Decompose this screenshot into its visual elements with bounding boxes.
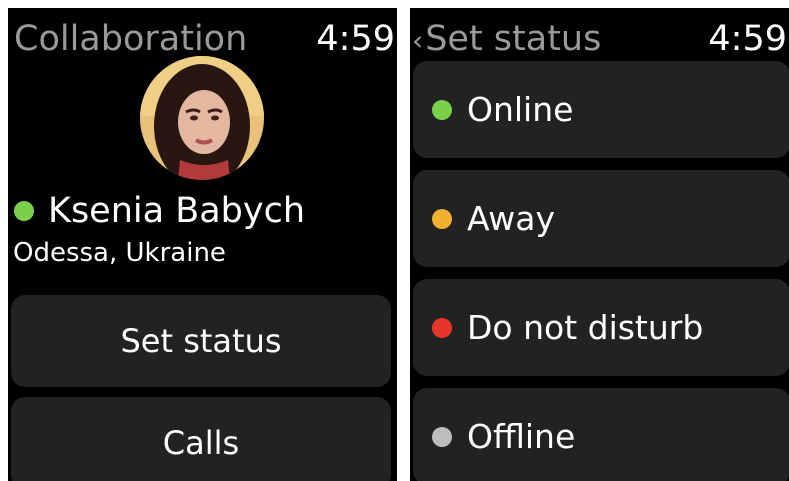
status-option-label: Offline	[467, 417, 576, 456]
calls-button[interactable]: Calls	[11, 397, 391, 481]
status-dot-icon	[432, 426, 452, 447]
status-dot-icon	[432, 99, 452, 120]
user-name: Ksenia Babych	[48, 191, 306, 231]
clock: 4:59	[316, 19, 395, 59]
status-option-do-not-disturb[interactable]: Do not disturb	[413, 279, 789, 376]
clock: 4:59	[708, 19, 787, 59]
app-title: Collaboration	[14, 19, 248, 59]
screen-title: Set status	[425, 19, 602, 59]
user-name-row: Ksenia Babych	[14, 190, 305, 232]
set-status-button[interactable]: Set status	[11, 295, 391, 387]
watch-screen-set-status: ‹ Set status 4:59 Online Away Do not dis…	[410, 8, 789, 481]
status-option-offline[interactable]: Offline	[413, 388, 789, 481]
avatar	[140, 56, 264, 180]
status-dot-icon	[14, 201, 34, 221]
chevron-left-icon: ‹	[412, 24, 424, 57]
watch-screen-profile: Collaboration 4:59 Ksenia Babych Odessa,…	[8, 8, 397, 481]
status-option-away[interactable]: Away	[413, 170, 789, 267]
status-option-label: Do not disturb	[467, 308, 704, 347]
status-option-label: Online	[467, 90, 574, 129]
status-dot-icon	[432, 208, 452, 229]
status-option-online[interactable]: Online	[413, 61, 789, 158]
back-button[interactable]: ‹ Set status	[412, 22, 601, 57]
avatar-photo	[140, 56, 264, 180]
status-option-label: Away	[467, 199, 555, 238]
user-location: Odessa, Ukraine	[13, 238, 226, 268]
status-dot-icon	[432, 317, 452, 338]
